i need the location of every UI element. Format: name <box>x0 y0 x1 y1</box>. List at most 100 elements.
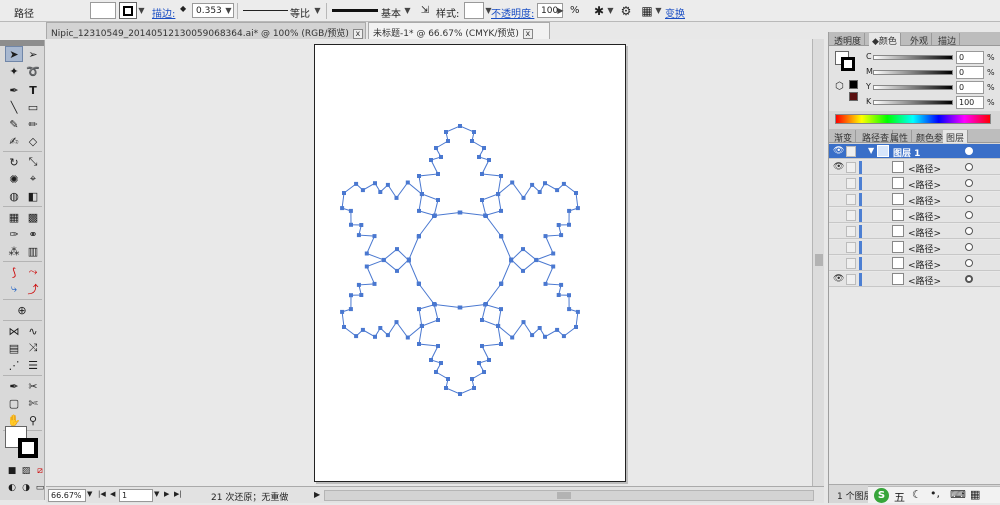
perspective-grid-tool-icon[interactable]: ⟆ <box>5 264 23 280</box>
anchor-point[interactable] <box>429 158 433 162</box>
y-value-field[interactable]: 0 <box>956 81 984 94</box>
layer-row[interactable]: <路径> <box>829 192 1000 207</box>
anchor-point[interactable] <box>477 361 481 365</box>
anchor-point[interactable] <box>356 282 361 287</box>
chevron-right-icon[interactable]: ▶ <box>556 4 565 18</box>
lock-toggle[interactable] <box>846 162 856 173</box>
path-name[interactable]: <路径> <box>908 210 941 223</box>
anchor-point[interactable] <box>446 377 450 381</box>
tab-stroke[interactable]: 描边 <box>935 33 961 47</box>
anchor-point[interactable] <box>551 251 556 256</box>
selection-tool-icon[interactable]: ➤ <box>5 46 23 62</box>
anchor-point[interactable] <box>509 257 514 262</box>
stroke-swatch[interactable] <box>841 57 855 71</box>
anchor-point[interactable] <box>534 258 539 263</box>
gear-icon[interactable]: ⚙ <box>617 2 635 20</box>
tab-color[interactable]: ◆颜色 <box>869 33 901 47</box>
anchor-point[interactable] <box>499 234 504 239</box>
out-of-gamut-swatch[interactable] <box>849 92 858 101</box>
chevron-down-icon[interactable]: ▼ <box>868 146 874 155</box>
transform-link[interactable]: 变换 <box>665 5 685 20</box>
anchor-point[interactable] <box>521 195 526 200</box>
scissors-tool-icon[interactable]: ✄ <box>24 395 42 411</box>
eyedropper-tool-icon[interactable]: ✑ <box>5 226 23 242</box>
anchor-point[interactable] <box>405 335 410 340</box>
anchor-point[interactable] <box>574 325 578 329</box>
anchor-point[interactable] <box>477 155 481 159</box>
anchor-point[interactable] <box>394 320 399 325</box>
close-icon[interactable]: x <box>522 28 533 39</box>
target-circle-icon[interactable] <box>965 227 973 235</box>
anchor-point[interactable] <box>555 327 560 332</box>
snowflake-artwork[interactable] <box>315 45 627 483</box>
stroke-color-swatch[interactable] <box>18 438 38 458</box>
anchor-point[interactable] <box>521 320 526 325</box>
eyedropper-icon[interactable]: ✒ <box>5 378 23 394</box>
lock-toggle[interactable] <box>846 274 856 285</box>
last-color-swatch[interactable] <box>849 80 858 89</box>
tab-gradient[interactable]: 渐变 <box>831 130 857 144</box>
symbol-sprayer-tool-icon[interactable]: ⁂ <box>5 243 23 259</box>
anchor-point[interactable] <box>499 282 503 286</box>
close-icon[interactable]: x <box>352 28 363 39</box>
anchor-point[interactable] <box>472 386 476 390</box>
stroke-swatch[interactable] <box>119 2 137 19</box>
path-name[interactable]: <路径> <box>908 274 941 287</box>
snowflake-arm-path[interactable] <box>460 236 579 339</box>
chevron-down-icon[interactable]: ▼ <box>154 490 159 498</box>
anchor-point[interactable] <box>348 208 353 213</box>
anchor-point[interactable] <box>521 247 525 252</box>
anchor-point[interactable] <box>480 318 484 322</box>
anchor-point[interactable] <box>470 139 474 143</box>
anchor-point[interactable] <box>364 264 369 269</box>
spinner-icon[interactable]: ◆ <box>180 4 190 18</box>
anchor-point[interactable] <box>487 358 491 362</box>
anchor-point[interactable] <box>510 180 515 185</box>
anchor-point[interactable] <box>530 182 535 187</box>
punct-icon[interactable]: •, <box>930 487 940 500</box>
anchor-point[interactable] <box>359 223 364 227</box>
cube-icon[interactable]: ⬡ <box>835 81 844 92</box>
type-tool-icon[interactable]: T <box>24 82 42 98</box>
free-transform-tool-icon[interactable]: ⌖ <box>24 171 42 187</box>
keyboard-icon[interactable]: ⌨ <box>950 488 966 501</box>
knife-tool-icon[interactable]: ✂ <box>24 378 42 394</box>
layer-row-top[interactable]: 👁 ▼ 图层 1 <box>829 144 1000 159</box>
anchor-point[interactable] <box>543 281 548 286</box>
fill-swatch[interactable] <box>90 2 116 19</box>
layer-row[interactable]: <路径> <box>829 224 1000 239</box>
anchor-point[interactable] <box>457 210 462 215</box>
live-paint-tool-icon[interactable]: ◧ <box>24 188 42 204</box>
last-page-icon[interactable]: ▶| <box>174 490 182 498</box>
anchor-point[interactable] <box>480 172 484 176</box>
canvas-area[interactable] <box>46 39 824 486</box>
anchor-point[interactable] <box>482 146 486 150</box>
lock-toggle[interactable] <box>846 226 856 237</box>
snowflake-arm-path[interactable] <box>341 236 460 339</box>
anchor-point[interactable] <box>484 302 488 306</box>
anchor-point[interactable] <box>340 206 345 211</box>
anchor-point[interactable] <box>480 198 484 202</box>
anchor-point[interactable] <box>561 334 566 339</box>
grid-icon[interactable]: ▦ <box>970 488 980 501</box>
anchor-point[interactable] <box>373 181 377 186</box>
tab-transparency[interactable]: 透明度 <box>831 33 866 47</box>
path-name[interactable]: <路径> <box>908 258 941 271</box>
eraser-tool-icon[interactable]: ◇ <box>24 133 42 149</box>
target-circle-icon[interactable] <box>965 163 973 171</box>
snowflake-arm-path[interactable] <box>460 181 579 284</box>
gradient-tool-icon[interactable]: ▩ <box>24 209 42 225</box>
chart-tool-icon[interactable]: ▤ <box>5 340 23 356</box>
crosshair-tool-icon[interactable]: ⊕ <box>13 302 31 318</box>
layer-row[interactable]: 👁 <路径> <box>829 160 1000 175</box>
anchor-point[interactable] <box>342 325 346 329</box>
anchor-point[interactable] <box>480 344 484 348</box>
target-circle-icon[interactable] <box>965 179 973 187</box>
blob-brush-tool-icon[interactable]: ✍ <box>5 133 23 149</box>
moon-icon[interactable]: ☾ <box>912 488 922 501</box>
graph-tool-icon[interactable]: ⋰ <box>5 357 23 373</box>
layer-row[interactable]: 👁 <路径> <box>829 272 1000 287</box>
anchor-point[interactable] <box>395 268 399 273</box>
direct-selection-tool-icon[interactable]: ➢ <box>24 46 42 62</box>
lock-toggle[interactable] <box>846 146 856 157</box>
